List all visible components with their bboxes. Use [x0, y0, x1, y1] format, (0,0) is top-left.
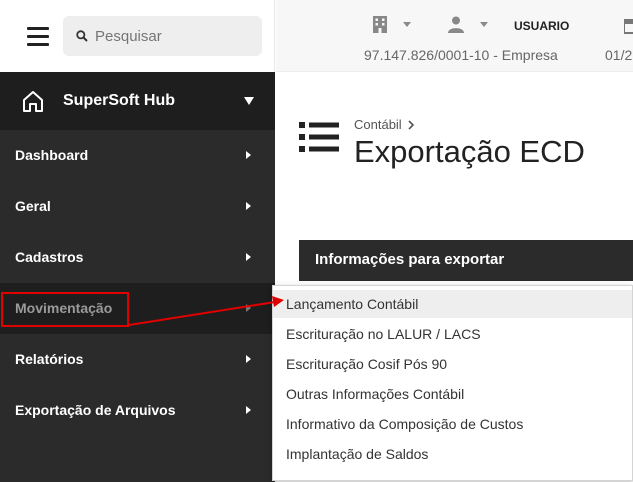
chevron-right-icon	[246, 151, 251, 159]
submenu-item-label: Lançamento Contábil	[286, 296, 419, 312]
submenu-item-label: Implantação de Saldos	[286, 446, 429, 462]
sidebar-header	[0, 0, 275, 72]
submenu-item-label: Escrituração Cosif Pós 90	[286, 356, 448, 372]
submenu-item-implantacao-saldos[interactable]: Implantação de Saldos	[273, 440, 632, 468]
menu-icon[interactable]	[27, 27, 49, 47]
panel-header: Informações para exportar	[299, 240, 633, 281]
submenu-item-composicao-custos[interactable]: Informativo da Composição de Custos	[273, 410, 632, 438]
submenu-item-cosif[interactable]: Escrituração Cosif Pós 90	[273, 350, 632, 378]
sidebar-item-label: Exportação de Arquivos	[15, 402, 176, 418]
sidebar-item-dashboard[interactable]: Dashboard	[0, 130, 275, 181]
current-date: 01/2	[605, 47, 633, 63]
breadcrumb: Contábil	[354, 117, 414, 132]
search-icon	[76, 30, 88, 42]
panel-title: Informações para exportar	[315, 251, 505, 268]
search-box	[63, 16, 262, 56]
submenu-item-label: Escrituração no LALUR / LACS	[286, 326, 481, 342]
page-title: Exportação ECD	[354, 134, 585, 169]
submenu-item-label: Outras Informações Contábil	[286, 386, 465, 402]
sidebar-item-label: Relatórios	[15, 351, 84, 367]
person-icon	[448, 16, 464, 33]
chevron-down-icon	[403, 22, 411, 27]
chevron-right-icon	[246, 304, 251, 312]
search-input[interactable]	[95, 26, 253, 46]
sidebar-item-label: Cadastros	[15, 249, 84, 265]
submenu-item-outras-informacoes[interactable]: Outras Informações Contábil	[273, 380, 632, 408]
sidebar-item-label: Dashboard	[15, 147, 89, 163]
chevron-down-icon	[480, 22, 488, 27]
submenu-item-lalur-lacs[interactable]: Escrituração no LALUR / LACS	[273, 320, 632, 348]
hub-selector[interactable]: SuperSoft Hub	[0, 72, 275, 130]
chevron-down-icon	[244, 97, 254, 105]
breadcrumb-link[interactable]: Contábil	[354, 117, 402, 132]
submenu-item-label: Informativo da Composição de Custos	[286, 416, 524, 432]
building-icon	[373, 16, 387, 33]
sidebar-item-relatorios[interactable]: Relatórios	[0, 334, 275, 385]
chevron-right-icon	[246, 355, 251, 363]
chevron-right-icon	[246, 253, 251, 261]
sidebar-item-label: Geral	[15, 198, 51, 214]
calendar-icon[interactable]	[624, 18, 633, 34]
sidebar-item-geral[interactable]: Geral	[0, 181, 275, 232]
movimentacao-submenu: Lançamento Contábil Escrituração no LALU…	[272, 285, 633, 481]
list-icon	[299, 122, 339, 152]
user-name[interactable]: USUARIO	[514, 19, 569, 33]
user-selector[interactable]	[448, 16, 488, 33]
sidebar-item-exportacao[interactable]: Exportação de Arquivos	[0, 385, 275, 436]
sidebar-item-cadastros[interactable]: Cadastros	[0, 232, 275, 283]
chevron-right-icon	[246, 406, 251, 414]
top-header: USUARIO 97.147.826/0001-10 - Empresa 01/…	[276, 0, 633, 72]
company-selector[interactable]	[373, 16, 411, 33]
chevron-right-icon	[408, 119, 414, 130]
hub-title: SuperSoft Hub	[63, 92, 175, 109]
annotation-highlight-box	[1, 292, 129, 327]
company-info: 97.147.826/0001-10 - Empresa	[364, 47, 558, 63]
submenu-item-lancamento-contabil[interactable]: Lançamento Contábil	[273, 290, 632, 318]
home-icon	[23, 91, 43, 112]
sidebar-menu: SuperSoft Hub Dashboard Geral Cadastros …	[0, 72, 275, 482]
chevron-right-icon	[246, 202, 251, 210]
